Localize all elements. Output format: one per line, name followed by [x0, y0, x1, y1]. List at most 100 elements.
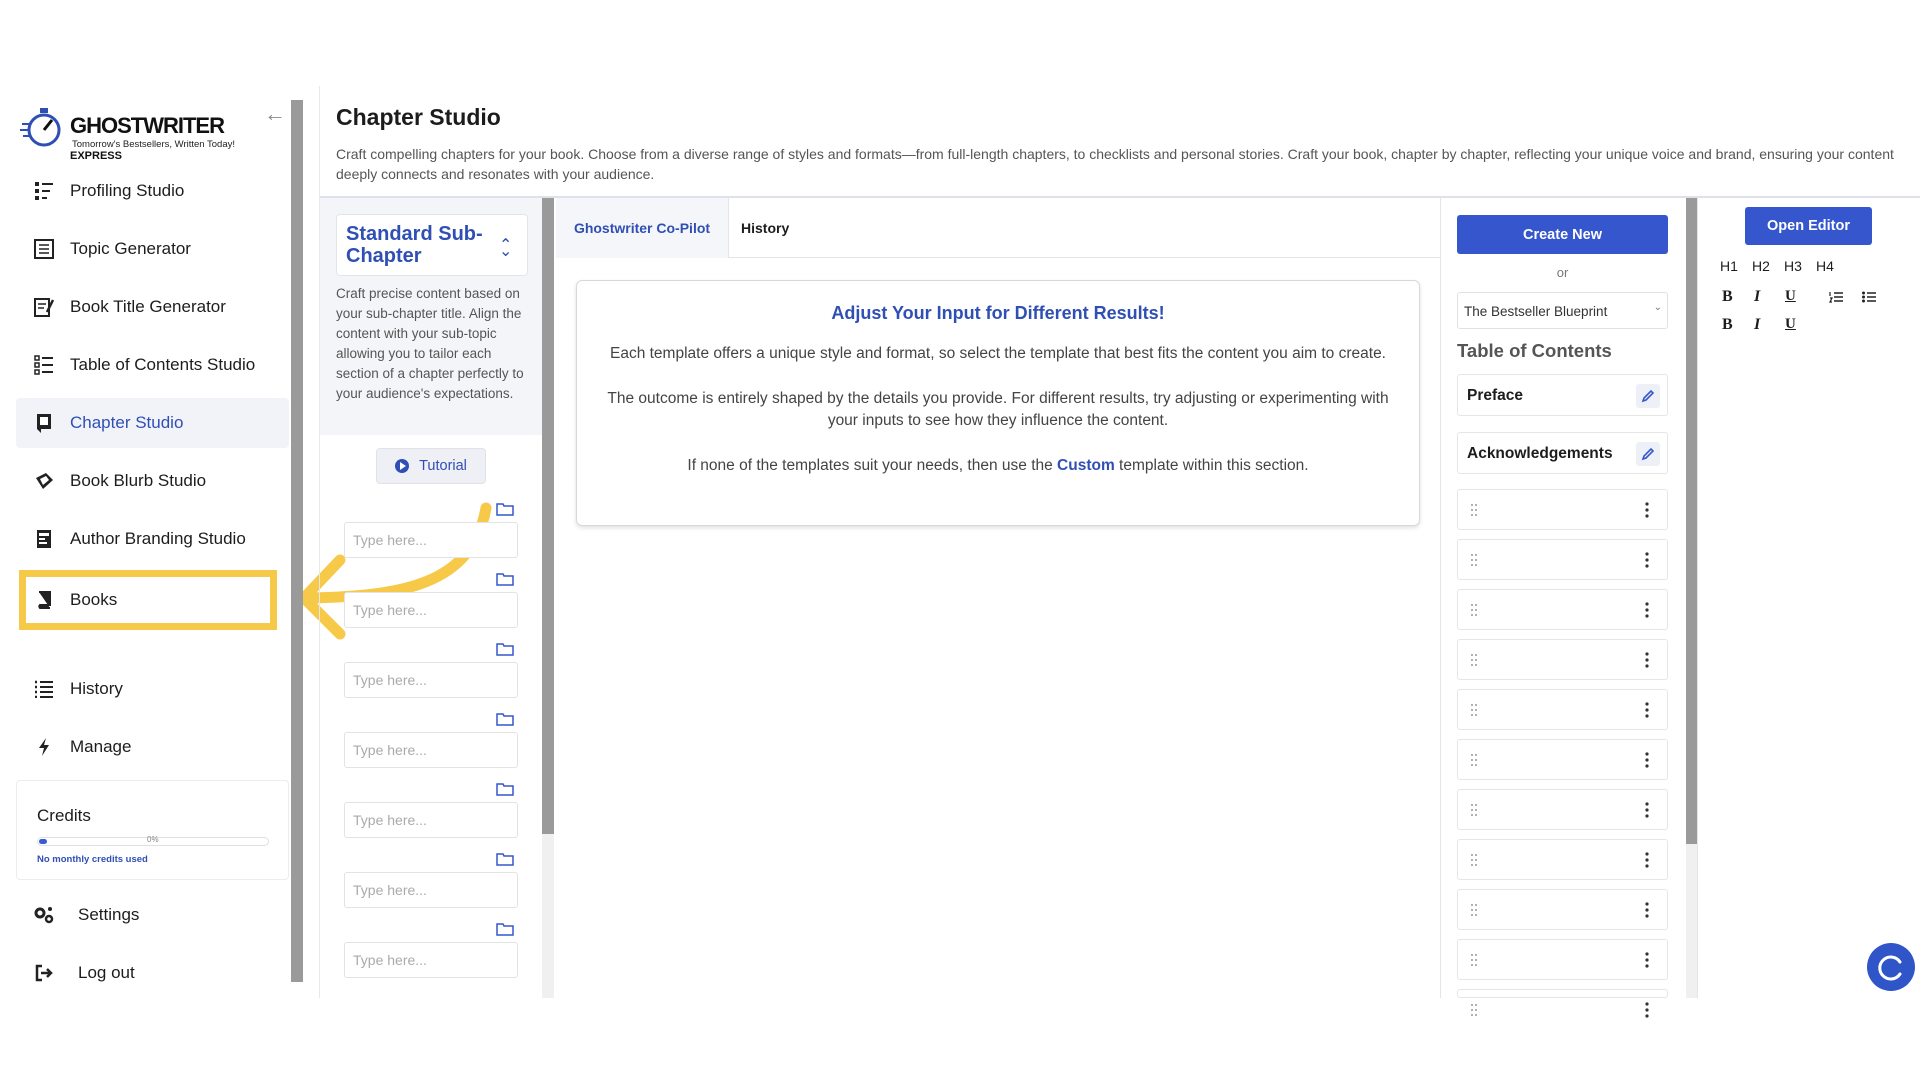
toc-row-empty[interactable] — [1457, 939, 1668, 980]
toc-row-empty[interactable] — [1457, 539, 1668, 580]
open-editor-button[interactable]: Open Editor — [1745, 207, 1872, 245]
subchapter-input[interactable] — [344, 872, 518, 908]
drag-handle-icon[interactable] — [1470, 603, 1478, 617]
toc-row-empty[interactable] — [1457, 639, 1668, 680]
drag-handle-icon[interactable] — [1470, 1003, 1478, 1017]
drag-handle-icon[interactable] — [1470, 703, 1478, 717]
drag-handle-icon[interactable] — [1470, 653, 1478, 667]
drag-handle-icon[interactable] — [1470, 903, 1478, 917]
kebab-menu-icon[interactable] — [1645, 852, 1649, 868]
toc-scrollbar[interactable] — [1686, 198, 1697, 844]
kebab-menu-icon[interactable] — [1645, 552, 1649, 568]
custom-template-link[interactable]: Custom — [1057, 457, 1115, 474]
sidebar-item-topic-generator[interactable]: Topic Generator — [16, 224, 289, 274]
tutorial-button[interactable]: Tutorial — [376, 448, 486, 484]
logo[interactable]: GHOSTWRITER EXPRESS Tomorrow's Bestselle… — [20, 104, 250, 162]
folder-icon[interactable] — [496, 852, 514, 866]
kebab-menu-icon[interactable] — [1645, 752, 1649, 768]
underline-button[interactable]: U — [1785, 288, 1796, 305]
sidebar-item-label: Chapter Studio — [70, 413, 184, 432]
folder-icon[interactable] — [496, 502, 514, 516]
toc-row-empty[interactable] — [1457, 989, 1668, 1018]
tab-ghostwriter-copilot[interactable]: Ghostwriter Co-Pilot — [556, 198, 729, 258]
subchapter-input[interactable] — [344, 662, 518, 698]
kebab-menu-icon[interactable] — [1645, 502, 1649, 518]
bold-button[interactable]: B — [1722, 316, 1733, 334]
folder-icon[interactable] — [496, 782, 514, 796]
sidebar-item-chapter-studio[interactable]: Chapter Studio — [16, 398, 289, 448]
toc-row-empty[interactable] — [1457, 839, 1668, 880]
sidebar-item-book-blurb-studio[interactable]: Book Blurb Studio — [16, 456, 289, 506]
drag-handle-icon[interactable] — [1470, 553, 1478, 567]
underline-button[interactable]: U — [1785, 316, 1796, 333]
template-description: Craft precise content based on your sub-… — [336, 286, 524, 401]
toc-row-acknowledgements[interactable]: Acknowledgements — [1457, 432, 1668, 474]
sidebar-item-label: History — [70, 679, 123, 698]
kebab-menu-icon[interactable] — [1645, 1002, 1649, 1018]
pencil-icon[interactable] — [1636, 384, 1660, 408]
folder-icon[interactable] — [496, 642, 514, 656]
kebab-menu-icon[interactable] — [1645, 602, 1649, 618]
toc-row-empty[interactable] — [1457, 739, 1668, 780]
toc-row-empty[interactable] — [1457, 889, 1668, 930]
toc-icon — [32, 353, 56, 377]
toc-row-empty[interactable] — [1457, 589, 1668, 630]
blueprint-select[interactable]: The Bestseller Blueprint ⌄ — [1457, 292, 1668, 329]
sidebar-item-label: Manage — [70, 737, 132, 756]
drag-handle-icon[interactable] — [1470, 803, 1478, 817]
pencil-icon[interactable] — [1636, 442, 1660, 466]
kebab-menu-icon[interactable] — [1645, 952, 1649, 968]
bold-button[interactable]: B — [1722, 288, 1733, 306]
heading-1-button[interactable]: H1 — [1720, 258, 1738, 274]
toc-row-empty[interactable] — [1457, 489, 1668, 530]
sidebar-item-profiling-studio[interactable]: Profiling Studio — [16, 166, 289, 216]
subchapter-input[interactable] — [344, 942, 518, 978]
sidebar-scrollbar[interactable] — [291, 100, 303, 982]
italic-button[interactable]: I — [1754, 288, 1760, 306]
credits-title: Credits — [37, 806, 91, 825]
drag-handle-icon[interactable] — [1470, 753, 1478, 767]
sidebar-item-history[interactable]: History — [16, 664, 289, 714]
subchapter-input[interactable] — [344, 592, 518, 628]
italic-button[interactable]: I — [1754, 316, 1760, 334]
heading-2-button[interactable]: H2 — [1752, 258, 1770, 274]
kebab-menu-icon[interactable] — [1645, 902, 1649, 918]
list-icon — [32, 677, 56, 701]
folder-icon[interactable] — [496, 922, 514, 936]
input-field-7 — [344, 922, 518, 982]
kebab-menu-icon[interactable] — [1645, 702, 1649, 718]
kebab-menu-icon[interactable] — [1645, 652, 1649, 668]
sidebar-item-settings[interactable]: Settings — [16, 890, 289, 940]
sidebar-item-log-out[interactable]: Log out — [16, 948, 289, 998]
drag-handle-icon[interactable] — [1470, 953, 1478, 967]
page-title: Chapter Studio — [336, 104, 501, 130]
sidebar-item-author-branding-studio[interactable]: Author Branding Studio — [16, 514, 289, 564]
heading-3-button[interactable]: H3 — [1784, 258, 1802, 274]
sidebar-item-book-title-generator[interactable]: Book Title Generator — [16, 282, 289, 332]
collapse-sidebar-arrow-icon[interactable]: ← — [264, 103, 288, 128]
kebab-menu-icon[interactable] — [1645, 802, 1649, 818]
subchapter-input[interactable] — [344, 522, 518, 558]
stopwatch-logo-icon — [20, 108, 61, 147]
sidebar-item-manage[interactable]: Manage — [16, 722, 289, 772]
bullet-list-icon[interactable] — [1862, 291, 1876, 304]
template-scrollbar[interactable] — [542, 198, 554, 834]
drag-handle-icon[interactable] — [1470, 503, 1478, 517]
toc-row-preface[interactable]: Preface — [1457, 374, 1668, 416]
template-select[interactable]: Standard Sub-Chapter ⌃ ⌄ — [336, 214, 528, 276]
subchapter-input[interactable] — [344, 732, 518, 768]
toc-row-empty[interactable] — [1457, 789, 1668, 830]
tutorial-label: Tutorial — [419, 458, 467, 474]
topic-icon — [32, 237, 56, 261]
folder-icon[interactable] — [496, 712, 514, 726]
ordered-list-icon[interactable] — [1829, 291, 1843, 304]
create-new-button[interactable]: Create New — [1457, 215, 1668, 254]
drag-handle-icon[interactable] — [1470, 853, 1478, 867]
sidebar-item-table-of-contents-studio[interactable]: Table of Contents Studio — [16, 340, 289, 390]
folder-icon[interactable] — [496, 572, 514, 586]
tab-history[interactable]: History — [741, 198, 789, 258]
help-chat-button[interactable] — [1867, 943, 1915, 991]
subchapter-input[interactable] — [344, 802, 518, 838]
heading-4-button[interactable]: H4 — [1816, 258, 1834, 274]
toc-row-empty[interactable] — [1457, 689, 1668, 730]
